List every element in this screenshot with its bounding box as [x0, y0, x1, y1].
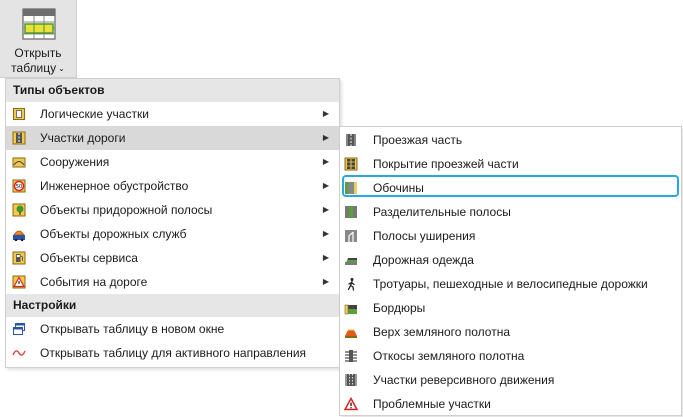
submenu-item-median[interactable]: Разделительные полосы	[340, 200, 681, 224]
menu-item-active-direction[interactable]: Открывать таблицу для активного направле…	[6, 341, 339, 365]
submenu-arrow-icon: ▶	[322, 253, 329, 262]
submenu-item-sidewalks[interactable]: Тротуары, пешеходные и велосипедные доро…	[340, 272, 681, 296]
submenu-item-label: Откосы земляного полотна	[373, 349, 525, 363]
submenu-item-slopes[interactable]: Откосы земляного полотна	[340, 344, 681, 368]
menu-item-roadside[interactable]: Объекты придорожной полосы ▶	[6, 198, 339, 222]
menu-item-label: Открывать таблицу для активного направле…	[40, 346, 307, 360]
submenu-arrow-icon: ▶	[322, 133, 329, 142]
table-icon	[22, 8, 56, 40]
road-layers-icon	[345, 258, 357, 265]
submenu-arrow-icon: ▶	[322, 205, 329, 214]
submenu-item-label: Участки реверсивного движения	[373, 373, 555, 387]
submenu-arrow-icon: ▶	[322, 229, 329, 238]
menu-item-road-services[interactable]: Объекты дорожных служб ▶	[6, 222, 339, 246]
submenu-arrow-icon: ▶	[322, 181, 329, 190]
menu-item-label: События на дороге	[40, 275, 148, 289]
menu-item-label: Инженерное обустройство	[40, 179, 189, 193]
menu-item-logical-sections[interactable]: Логические участки ▶	[6, 102, 339, 126]
submenu-arrow-icon: ▶	[322, 109, 329, 118]
road-service-icon	[13, 230, 25, 241]
pedestrian-icon	[347, 278, 355, 291]
submenu-item-label: Дорожная одежда	[373, 253, 474, 267]
submenu-item-label: Верх земляного полотна	[373, 325, 511, 339]
subgrade-top-icon	[345, 329, 357, 338]
submenu-item-carriageway[interactable]: Проезжая часть	[340, 128, 681, 152]
slopes-icon	[345, 350, 357, 362]
menu-item-label: Открывать таблицу в новом окне	[40, 322, 225, 336]
menu-item-label: Объекты сервиса	[40, 251, 138, 265]
menu-item-label: Объекты придорожной полосы	[40, 203, 213, 217]
menu-item-road-events[interactable]: События на дороге ▶	[6, 270, 339, 294]
fuel-icon	[12, 251, 26, 265]
menu-item-label: Объекты дорожных служб	[40, 227, 187, 241]
widening-lanes-icon	[345, 230, 357, 242]
svg-text:50: 50	[16, 184, 22, 190]
open-table-button[interactable]: Открыть таблицу ⌄	[0, 0, 77, 78]
logical-sections-icon	[13, 108, 25, 120]
submenu-item-label: Разделительные полосы	[373, 205, 511, 219]
menu-item-label: Логические участки	[40, 107, 149, 121]
road-sections-icon	[12, 131, 26, 145]
tree-icon	[12, 203, 26, 217]
submenu-item-label: Бордюры	[373, 301, 426, 315]
chevron-down-icon: ⌄	[58, 64, 65, 73]
submenu-item-pavement[interactable]: Покрытие проезжей части	[340, 152, 681, 176]
submenu-item-curbs[interactable]: Бордюры	[340, 296, 681, 320]
submenu-item-label: Проблемные участки	[373, 397, 491, 411]
pavement-icon	[344, 157, 358, 171]
submenu-item-widening-lanes[interactable]: Полосы уширения	[340, 224, 681, 248]
submenu-arrow-icon: ▶	[322, 277, 329, 286]
speed-sign-icon: 50	[12, 179, 26, 193]
direction-wave-icon	[12, 350, 26, 356]
submenu-item-label: Покрытие проезжей части	[373, 157, 519, 171]
menu-item-engineering[interactable]: 50 Инженерное обустройство ▶	[6, 174, 339, 198]
focus-highlight	[342, 175, 679, 197]
new-window-icon	[13, 323, 25, 335]
object-types-menu: Типы объектов Логические участки ▶ Участ…	[5, 78, 340, 368]
submenu-item-label: Полосы уширения	[373, 229, 476, 243]
structures-icon	[12, 157, 26, 168]
menu-item-road-sections[interactable]: Участки дороги ▶	[6, 126, 339, 150]
road-sections-submenu: Проезжая часть Покрытие проезжей части О…	[339, 126, 682, 416]
submenu-item-label: Проезжая часть	[373, 133, 463, 147]
menu-item-service[interactable]: Объекты сервиса ▶	[6, 246, 339, 270]
menu-item-structures[interactable]: Сооружения ▶	[6, 150, 339, 174]
open-table-label-line1: Открыть	[14, 46, 62, 60]
menu-item-open-new-window[interactable]: Открывать таблицу в новом окне	[6, 317, 339, 341]
submenu-item-road-layers[interactable]: Дорожная одежда	[340, 248, 681, 272]
warning-sign-icon	[12, 275, 26, 289]
open-table-label-line2: таблицу ⌄	[11, 61, 65, 75]
object-types-header: Типы объектов	[6, 79, 339, 102]
submenu-item-reversible[interactable]: Участки реверсивного движения	[340, 368, 681, 392]
settings-header: Настройки	[6, 294, 339, 317]
carriageway-icon	[346, 134, 356, 146]
median-icon	[345, 206, 357, 218]
submenu-item-problem-sections[interactable]: Проблемные участки	[340, 392, 681, 416]
submenu-arrow-icon: ▶	[322, 157, 329, 166]
menu-item-label: Участки дороги	[40, 131, 126, 145]
menu-item-label: Сооружения	[40, 155, 110, 169]
reversible-lanes-icon	[345, 374, 357, 386]
curbs-icon	[344, 304, 357, 315]
submenu-item-subgrade-top[interactable]: Верх земляного полотна	[340, 320, 681, 344]
problem-sections-icon	[344, 397, 358, 411]
submenu-item-label: Тротуары, пешеходные и велосипедные доро…	[373, 277, 648, 291]
